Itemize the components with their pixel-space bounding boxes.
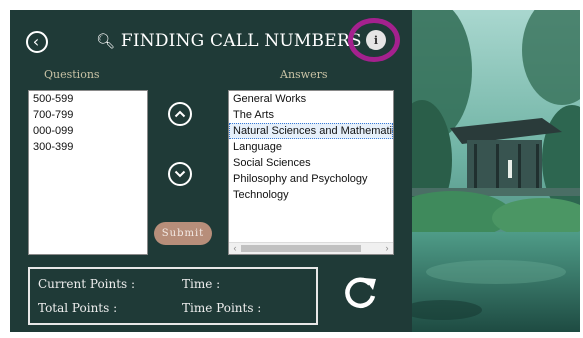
answer-item[interactable]: Technology <box>229 187 393 203</box>
total-points-label: Total Points : <box>38 301 118 315</box>
info-button[interactable]: i <box>366 30 386 50</box>
submit-button[interactable]: Submit <box>154 222 212 245</box>
decorative-landscape-image <box>412 10 580 332</box>
questions-label: Questions <box>44 68 100 81</box>
answers-items: General Works The Arts Natural Sciences an… <box>229 91 393 203</box>
answers-label: Answers <box>280 68 328 81</box>
question-item[interactable]: 000-099 <box>29 123 147 139</box>
move-down-button[interactable] <box>168 162 192 186</box>
answers-list[interactable]: General Works The Arts Natural Sciences an… <box>228 90 394 255</box>
app-window: ‹ 🔍︎ FINDING CALL NUMBERS 🔎︎ i Questions… <box>10 10 580 332</box>
search-icon: 🔍︎ <box>96 32 116 50</box>
time-label: Time : <box>182 277 221 291</box>
question-item[interactable]: 300-399 <box>29 139 147 155</box>
scroll-left-icon[interactable]: ‹ <box>229 243 241 254</box>
title-bar: ‹ 🔍︎ FINDING CALL NUMBERS 🔎︎ i <box>10 10 410 62</box>
stats-panel: Current Points : Time : Total Points : T… <box>28 267 318 325</box>
answer-item[interactable]: The Arts <box>229 107 393 123</box>
page-title-text: FINDING CALL NUMBERS <box>120 31 362 51</box>
answer-item[interactable]: Natural Sciences and Mathematics <box>229 123 393 139</box>
answer-item[interactable]: Social Sciences <box>229 155 393 171</box>
chevron-left-icon: ‹ <box>32 32 40 51</box>
back-button[interactable]: ‹ <box>26 31 48 53</box>
time-points-label: Time Points : <box>182 301 262 315</box>
chevron-down-icon <box>174 170 186 178</box>
current-points-label: Current Points : <box>38 277 136 291</box>
answer-item[interactable]: General Works <box>229 91 393 107</box>
question-item[interactable]: 500-599 <box>29 91 147 107</box>
horizontal-scrollbar[interactable]: ‹ › <box>229 242 393 254</box>
refresh-icon <box>345 277 376 308</box>
page-title: 🔍︎ FINDING CALL NUMBERS 🔎︎ <box>96 31 387 51</box>
scroll-right-icon[interactable]: › <box>381 243 393 254</box>
chevron-up-icon <box>174 110 186 118</box>
move-up-button[interactable] <box>168 102 192 126</box>
info-icon: i <box>373 33 379 47</box>
question-item[interactable]: 700-799 <box>29 107 147 123</box>
refresh-button[interactable] <box>340 272 382 314</box>
questions-list[interactable]: 500-599 700-799 000-099 300-399 <box>28 90 148 255</box>
answer-item[interactable]: Philosophy and Psychology <box>229 171 393 187</box>
scroll-thumb[interactable] <box>241 245 361 252</box>
answer-item[interactable]: Language <box>229 139 393 155</box>
